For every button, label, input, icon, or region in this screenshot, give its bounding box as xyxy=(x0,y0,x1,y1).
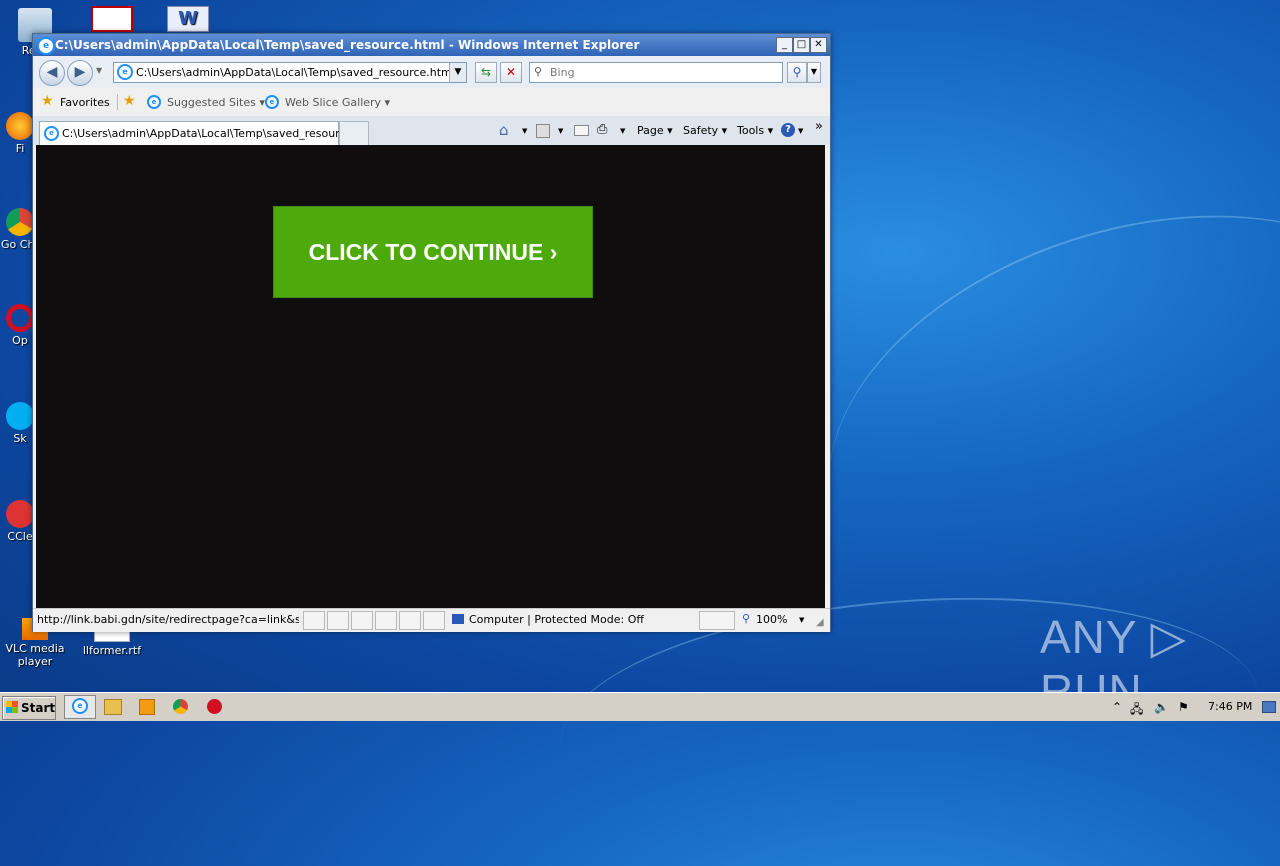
navigation-bar: ◀ ▶ ▼ e C:\Users\admin\AppData\Local\Tem… xyxy=(33,56,830,88)
maximize-button[interactable]: □ xyxy=(793,37,810,53)
taskbar-ie-icon[interactable]: e xyxy=(64,695,96,719)
taskbar-media-player-icon[interactable] xyxy=(139,699,155,715)
favorites-button[interactable]: Favorites xyxy=(60,96,110,109)
page-content: CLICK TO CONTINUE › xyxy=(36,145,825,608)
print-icon[interactable]: ⎙ xyxy=(597,122,607,137)
feeds-dropdown-icon[interactable]: ▼ xyxy=(558,127,563,135)
mail-icon[interactable] xyxy=(574,125,589,136)
close-button[interactable]: ✕ xyxy=(810,37,827,53)
refresh-button[interactable]: ⇆ xyxy=(475,62,497,83)
start-label: Start xyxy=(21,701,56,715)
volume-icon[interactable]: 🔈 xyxy=(1154,700,1169,714)
feeds-icon[interactable] xyxy=(536,124,550,138)
search-options-button[interactable]: ▼ xyxy=(807,62,821,83)
desktop-icon-acrobat[interactable] xyxy=(82,6,142,34)
status-segment xyxy=(375,611,397,630)
separator xyxy=(117,94,118,110)
page-icon: e xyxy=(117,64,133,80)
tab-bar: e C:\Users\admin\AppData\Local\Temp\save… xyxy=(33,116,830,146)
tab-label: C:\Users\admin\AppData\Local\Temp\saved_… xyxy=(62,127,367,140)
security-zone-text[interactable]: Computer | Protected Mode: Off xyxy=(469,613,644,626)
status-bar: http://link.babi.gdn/site/redirectpage?c… xyxy=(33,608,830,632)
taskbar-opera-icon[interactable] xyxy=(207,699,222,714)
tab-page-icon: e xyxy=(44,126,59,141)
desktop-icon-label: Op xyxy=(12,334,28,347)
search-input[interactable]: Bing xyxy=(550,66,575,79)
ie-window: e C:\Users\admin\AppData\Local\Temp\save… xyxy=(32,33,831,632)
chrome-icon xyxy=(6,208,34,236)
protected-mode-segment[interactable] xyxy=(699,611,735,630)
status-segment xyxy=(303,611,325,630)
zoom-level[interactable]: 100% xyxy=(756,613,787,626)
taskbar: Start e ⌃ 🖧 🔈 ⚑ 7:46 PM xyxy=(0,692,1280,721)
zoom-dropdown-icon[interactable]: ▼ xyxy=(799,616,804,624)
command-overflow-button[interactable]: » xyxy=(815,119,823,134)
web-slice-gallery-link[interactable]: Web Slice Gallery ▾ xyxy=(285,96,390,109)
search-go-button[interactable]: ⚲ xyxy=(787,62,807,83)
home-icon[interactable]: ⌂ xyxy=(499,121,509,139)
desktop-icon-word[interactable]: W xyxy=(158,6,218,34)
ie-icon: e xyxy=(72,698,88,714)
desktop-icon-label: Fi xyxy=(15,142,25,155)
desktop-icon-label: llformer.rtf xyxy=(82,644,142,657)
desktop-icon-label: VLC media player xyxy=(5,642,65,668)
window-titlebar[interactable]: e C:\Users\admin\AppData\Local\Temp\save… xyxy=(33,34,830,56)
zoom-icon: ⚲ xyxy=(742,612,751,625)
ie-icon: e xyxy=(37,37,55,55)
network-icon[interactable]: 🖧 xyxy=(1130,700,1143,721)
suggested-sites-link[interactable]: Suggested Sites ▾ xyxy=(167,96,265,109)
show-desktop-icon[interactable] xyxy=(1262,701,1276,713)
page-menu[interactable]: Page ▾ xyxy=(637,124,673,137)
favorites-star-icon: ★ xyxy=(41,93,54,109)
status-segment xyxy=(423,611,445,630)
suggested-sites-icon: e xyxy=(147,95,161,109)
help-icon[interactable]: ? xyxy=(781,123,795,137)
tab-saved-resource[interactable]: e C:\Users\admin\AppData\Local\Temp\save… xyxy=(39,121,366,146)
search-box[interactable]: ⚲ Bing xyxy=(529,62,783,83)
address-dropdown-button[interactable]: ▼ xyxy=(449,63,466,82)
print-dropdown-icon[interactable]: ▼ xyxy=(620,127,625,135)
taskbar-chrome-icon[interactable] xyxy=(173,699,188,714)
windows-logo-icon xyxy=(6,701,18,713)
address-bar[interactable]: e C:\Users\admin\AppData\Local\Temp\save… xyxy=(113,62,467,83)
skype-icon xyxy=(6,402,34,430)
back-button[interactable]: ◀ xyxy=(39,60,65,86)
desktop-icon-label: Sk xyxy=(13,432,27,445)
tools-menu[interactable]: Tools ▾ xyxy=(737,124,773,137)
desktop-icon-label: CCle xyxy=(7,530,33,543)
minimize-button[interactable]: _ xyxy=(776,37,793,53)
stop-button[interactable]: ✕ xyxy=(500,62,522,83)
status-segment xyxy=(327,611,349,630)
window-title: C:\Users\admin\AppData\Local\Temp\saved_… xyxy=(55,38,640,52)
favorites-bar: ★ Favorites ★ e Suggested Sites ▾ e Web … xyxy=(33,88,830,117)
add-to-favorites-icon[interactable]: ★ xyxy=(123,93,136,109)
safety-menu[interactable]: Safety ▾ xyxy=(683,124,727,137)
acrobat-icon xyxy=(91,6,133,32)
web-slice-gallery-icon: e xyxy=(265,95,279,109)
search-icon: ⚲ xyxy=(534,65,543,78)
ccleaner-icon xyxy=(6,500,34,528)
taskbar-explorer-icon[interactable] xyxy=(104,699,122,715)
show-hidden-icons-icon[interactable]: ⌃ xyxy=(1112,700,1122,714)
taskbar-clock[interactable]: 7:46 PM xyxy=(1208,700,1252,713)
resize-grip-icon[interactable]: ◢ xyxy=(816,617,824,628)
computer-zone-icon xyxy=(452,614,464,624)
action-center-flag-icon[interactable]: ⚑ xyxy=(1178,700,1189,714)
start-button[interactable]: Start xyxy=(2,696,56,720)
word-doc-icon: W xyxy=(167,6,209,32)
status-url: http://link.babi.gdn/site/redirectpage?c… xyxy=(37,613,299,626)
status-segment xyxy=(351,611,373,630)
address-input[interactable]: C:\Users\admin\AppData\Local\Temp\saved_… xyxy=(136,66,455,79)
new-tab-button[interactable] xyxy=(339,121,369,146)
opera-icon xyxy=(6,304,34,332)
home-dropdown-icon[interactable]: ▼ xyxy=(522,127,527,135)
forward-button[interactable]: ▶ xyxy=(67,60,93,86)
firefox-icon xyxy=(6,112,34,140)
status-segment xyxy=(399,611,421,630)
nav-history-dropdown-icon[interactable]: ▼ xyxy=(96,66,102,75)
help-dropdown-icon[interactable]: ▼ xyxy=(798,127,803,135)
click-to-continue-button[interactable]: CLICK TO CONTINUE › xyxy=(273,206,593,298)
